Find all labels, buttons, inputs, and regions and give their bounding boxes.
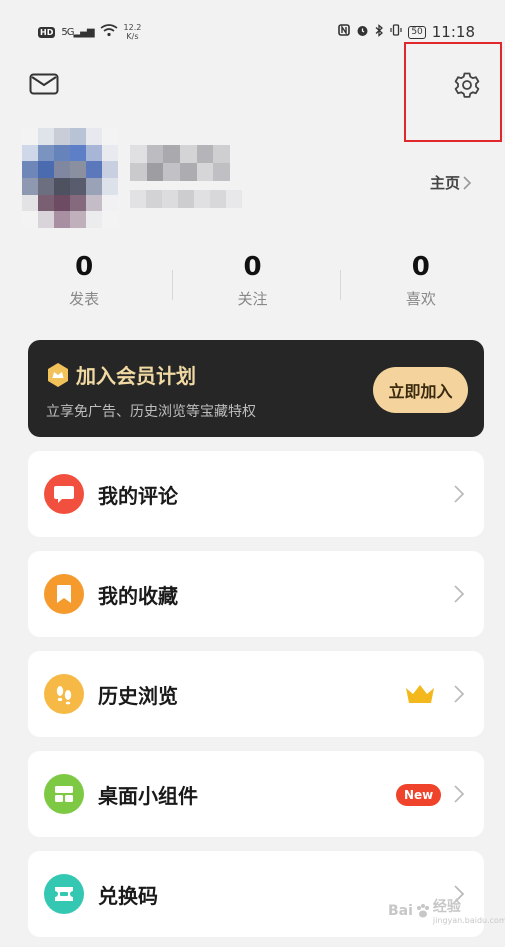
status-right: 50 11:18 [338,23,475,41]
avatar[interactable] [22,128,118,228]
join-button[interactable]: 立即加入 [373,367,468,413]
menu-item-desktop-widgets[interactable]: 桌面小组件 New [28,751,484,837]
menu-item-label: 桌面小组件 [98,784,198,808]
membership-title-text: 加入会员计划 [76,364,196,388]
stats-divider [172,270,173,300]
new-badge: New [396,784,442,806]
menu-item-label: 我的评论 [98,484,178,508]
footprint-icon [44,674,84,714]
bookmark-icon [44,574,84,614]
username-pixelated [130,145,230,181]
watermark-brand: Bai [388,902,413,919]
baidu-watermark: Bai 经验 jingyan.baidu.com [388,896,505,925]
wifi-icon [100,23,118,41]
membership-title: 加入会员计划 [46,360,196,389]
watermark-domain: jingyan.baidu.com [432,916,505,925]
chevron-right-icon [454,685,465,703]
user-subtitle-pixelated [130,190,242,208]
widget-icon [44,774,84,814]
membership-banner[interactable]: 加入会员计划 立享免广告、历史浏览等宝藏特权 立即加入 [28,340,484,437]
status-left: HD 5G▂▄▆ 12.2 K/s [38,23,141,41]
chevron-right-icon [454,585,465,603]
stat-label: 喜欢 [405,290,436,308]
stat-likes[interactable]: 0 喜欢 [337,252,505,322]
net-speed-unit: K/s [126,32,139,41]
stat-value: 0 [411,252,430,282]
menu-item-label: 我的收藏 [98,584,178,608]
nfc-icon [338,24,351,40]
menu-item-label: 历史浏览 [98,684,178,708]
comment-icon [44,474,84,514]
alarm-icon [356,24,369,41]
battery-icon: 50 [408,25,426,39]
mail-button[interactable] [26,68,62,100]
paw-icon [416,903,429,917]
chevron-right-icon [463,175,472,190]
signal-label: 5G [61,26,74,38]
mail-icon [29,73,59,95]
profile-section: 主页 [0,125,505,235]
stat-following[interactable]: 0 关注 [168,252,336,322]
membership-subtitle: 立享免广告、历史浏览等宝藏特权 [46,404,256,420]
stats-row: 0 发表 0 关注 0 喜欢 [0,252,505,322]
chevron-right-icon [454,785,465,803]
hd-badge: HD [38,26,56,38]
chevron-right-icon [454,485,465,503]
stat-label: 关注 [237,290,268,308]
watermark-suffix: 经验 [432,899,461,915]
crown-hexagon-icon [48,362,68,387]
ticket-icon [44,874,84,914]
vibrate-icon [390,24,402,40]
clock: 11:18 [431,23,475,41]
menu-item-my-comments[interactable]: 我的评论 [28,451,484,537]
menu-item-history[interactable]: 历史浏览 [28,651,484,737]
stat-label: 发表 [69,290,100,308]
stat-value: 0 [243,252,262,282]
net-speed-value: 12.2 [123,23,142,32]
bluetooth-icon [375,23,384,41]
stat-posts[interactable]: 0 发表 [0,252,168,322]
stat-value: 0 [75,252,94,282]
battery-level: 50 [411,26,423,37]
homepage-link[interactable]: 主页 [430,172,472,193]
menu-item-my-favorites[interactable]: 我的收藏 [28,551,484,637]
net-speed: 12.2 K/s [124,23,142,41]
stats-divider [340,270,341,300]
homepage-label: 主页 [430,174,461,192]
menu-item-label: 兑换码 [98,884,158,908]
crown-icon [406,685,434,703]
signal-icon: 5G▂▄▆ [61,26,94,38]
